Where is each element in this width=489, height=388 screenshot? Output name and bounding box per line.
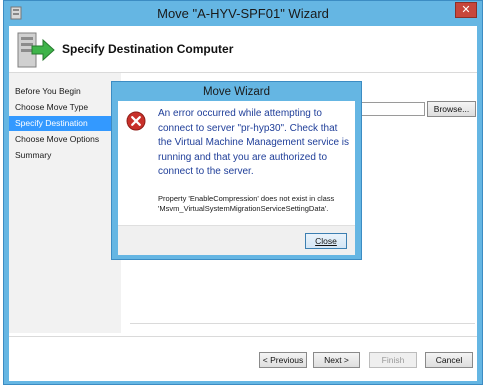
error-icon [126, 111, 146, 131]
window-close-button[interactable]: ✕ [455, 2, 477, 18]
destination-computer-input[interactable] [355, 102, 425, 116]
wizard-steps-nav: Before You Begin Choose Move Type Specif… [9, 73, 121, 333]
nav-item-specify-destination[interactable]: Specify Destination [9, 116, 121, 131]
divider [130, 323, 475, 324]
title-bar[interactable]: Move "A-HYV-SPF01" Wizard ✕ [4, 1, 482, 27]
nav-item-summary[interactable]: Summary [9, 148, 121, 163]
nav-item-choose-move-options[interactable]: Choose Move Options [9, 132, 121, 147]
nav-item-before-you-begin[interactable]: Before You Begin [9, 84, 121, 99]
error-message: An error occurred while attempting to co… [158, 108, 350, 177]
dialog-footer: Close [118, 225, 355, 255]
nav-item-choose-move-type[interactable]: Choose Move Type [9, 100, 121, 115]
page-title: Specify Destination Computer [62, 42, 234, 56]
previous-button[interactable]: < Previous [259, 352, 307, 368]
finish-button[interactable]: Finish [369, 352, 417, 368]
wizard-header: Specify Destination Computer [9, 26, 477, 73]
next-button[interactable]: Next > [313, 352, 360, 368]
server-move-icon [17, 32, 55, 68]
error-detail: Property 'EnableCompression' does not ex… [158, 194, 335, 213]
browse-button[interactable]: Browse... [427, 101, 476, 117]
cancel-button[interactable]: Cancel [425, 352, 473, 368]
error-dialog: Move Wizard An error occurred while atte… [111, 81, 362, 260]
dialog-body: An error occurred while attempting to co… [118, 101, 355, 255]
dialog-title: Move Wizard [202, 86, 271, 98]
divider [9, 336, 477, 337]
window-title: Move "A-HYV-SPF01" Wizard [157, 6, 329, 21]
close-button[interactable]: Close [305, 233, 347, 249]
